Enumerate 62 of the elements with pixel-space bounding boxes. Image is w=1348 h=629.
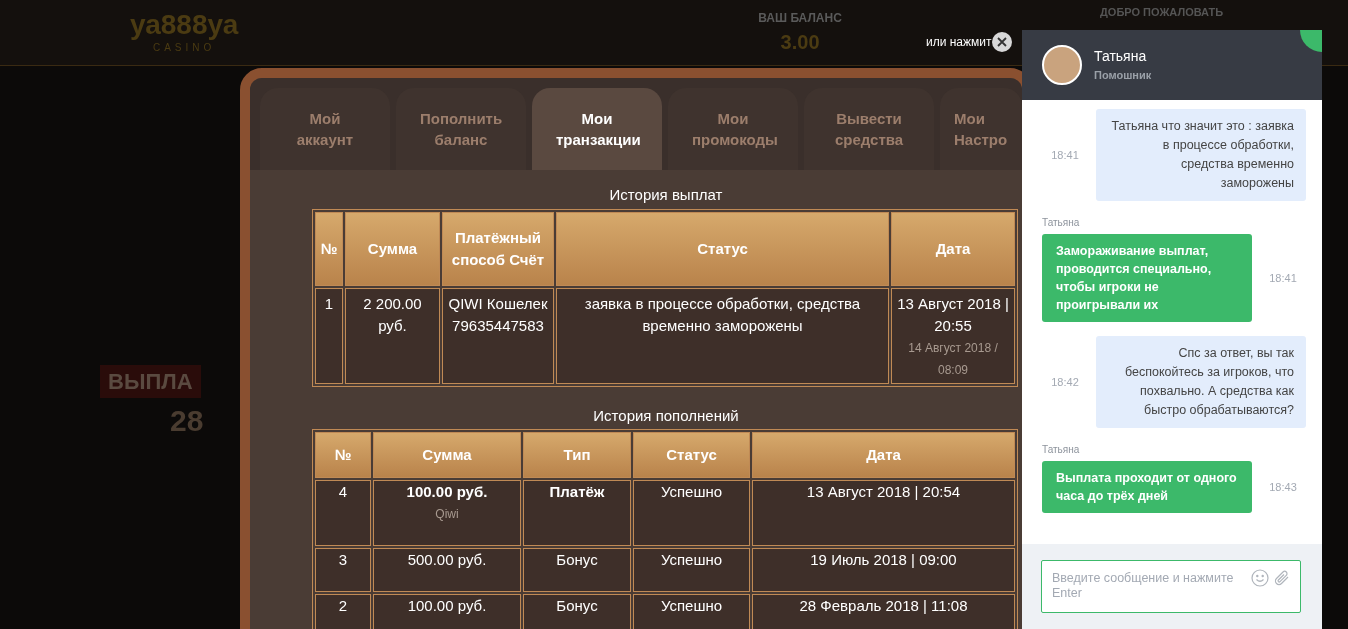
column-header: Платёжный способ Счёт [442,211,554,286]
table-cell: 13 Август 2018 | 20:54 [752,480,1015,546]
column-header: Статус [633,432,750,478]
agent-role: Помошник [1094,68,1152,84]
sent-message: Татьяна что значит это : заявка в процессе обработки, средства временно заморожены [1096,109,1306,201]
paperclip-icon[interactable] [1273,569,1291,587]
message-input[interactable]: Введите сообщение и нажмите Enter [1041,560,1301,613]
table-cell: Бонус [523,548,631,592]
tab[interactable]: Мои Настро [940,88,1022,170]
table-cell: Бонус [523,594,631,629]
column-header: № [315,432,371,478]
smiley-icon[interactable] [1251,569,1269,587]
table-title: История выплат [608,185,724,205]
table-cell: 2 200.00 руб. [345,287,440,384]
column-header: Сумма [373,432,521,478]
deposit-amount: 100.00 руб. [405,482,489,502]
message-time: 18:43 [1268,479,1298,495]
deposit-amount: 100.00 руб. [406,596,488,616]
tab[interactable]: Вывести средства [804,88,934,170]
tab[interactable]: Мои транзакции [532,88,662,170]
message-time: 18:41 [1268,270,1298,286]
deposit-method: Qiwi [434,506,460,523]
tab[interactable]: Мои промокоды [668,88,798,170]
table-cell: QIWI Кошелек 79635447583 [442,287,554,384]
balance-label: ВАШ БАЛАНС [758,9,842,27]
payout-updated-date: 14 Август 2018 / 08:09 [907,339,999,379]
message-time: 18:41 [1050,147,1080,163]
close-hint: или нажмит [926,34,992,51]
table-cell: 3 [315,548,371,592]
column-header: № [315,211,343,286]
close-icon [996,37,1007,47]
banner-value: 28 [170,403,204,439]
table-cell: 28 Февраль 2018 | 11:08 [752,594,1015,629]
tab[interactable]: Мой аккаунт [260,88,390,170]
table-cell: Успешно [633,548,750,592]
table-cell: 2 [315,594,371,629]
column-header: Сумма [345,211,440,286]
deposit-amount: 500.00 руб. [406,550,488,570]
column-header: Дата [891,211,1015,286]
tab[interactable]: Пополнить баланс [396,88,526,170]
sender-name: Татьяна [1042,216,1080,230]
agent-name: Татьяна [1094,47,1148,67]
table-cell: 4 [315,480,371,546]
column-header: Статус [556,211,889,286]
table-cell: Успешно [633,594,750,629]
column-header: Дата [752,432,1015,478]
message-time: 18:42 [1050,374,1080,390]
table-cell: 19 Июль 2018 | 09:00 [752,548,1015,592]
welcome-text: ДОБРО ПОЖАЛОВАТЬ [1100,5,1224,20]
table-cell: Успешно [633,480,750,546]
avatar [1042,45,1082,85]
table-cell: Платёж [523,480,631,546]
sender-name: Татьяна [1042,443,1080,457]
received-message: Выплата проходит от одного часа до трёх дней [1042,461,1252,513]
table-title: История пополнений [592,405,740,426]
table-cell: заявка в процессе обработки, средства временно заморожены [556,287,889,384]
banner-text: ВЫПЛА [100,365,201,398]
column-header: Тип [523,432,631,478]
received-message: Замораживание выплат, проводится специально, чтобы игроки не проигрывали их [1042,234,1252,322]
payout-date: 13 Август 2018 | 20:55 [896,293,1010,336]
table-cell: 1 [315,287,343,384]
sent-message: Спс за ответ, вы так беспокойтесь за игроков, что похвально. А средства как быстро обрабатываются? [1096,336,1306,428]
